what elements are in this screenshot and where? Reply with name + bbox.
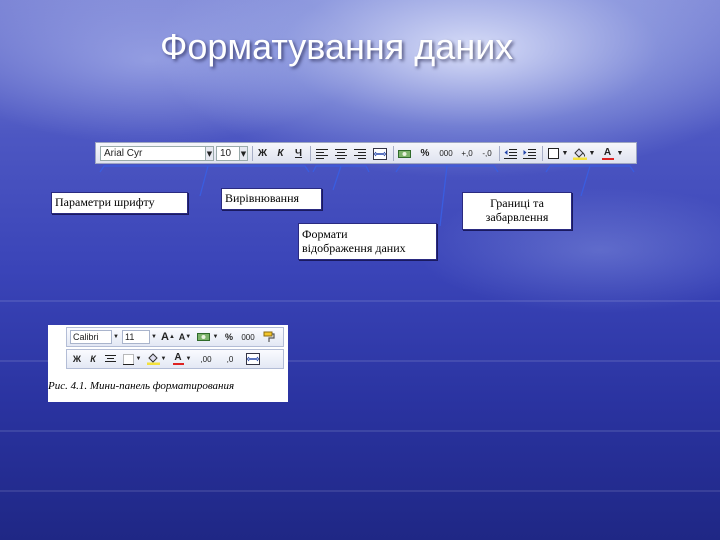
toolbar-separator	[393, 146, 394, 161]
font-color-swatch	[601, 158, 614, 160]
fill-color-icon[interactable]	[572, 146, 587, 161]
mini-align-center-icon[interactable]	[103, 352, 117, 366]
formats-group-brace	[395, 165, 499, 173]
mini-fill-color-icon[interactable]	[146, 352, 160, 366]
thousands-button[interactable]: 000	[437, 146, 455, 161]
caption-borders-fill: Границі та забарвлення	[462, 192, 572, 230]
currency-icon[interactable]	[397, 146, 413, 161]
formats-group-line	[439, 165, 448, 227]
callout-lines	[99, 165, 635, 227]
grow-font-letter: A	[161, 331, 169, 343]
toolbar-separator	[310, 146, 311, 161]
toolbar-separator	[252, 146, 253, 161]
formatting-toolbar: Arial Cyr ▼ 10 ▼ Ж К Ч % 000 +,0 -,0 ▼ ▼…	[95, 142, 637, 164]
toolbar-separator	[499, 146, 500, 161]
mini-font-color-swatch	[172, 363, 184, 365]
mini-currency-dropdown-icon[interactable]: ▼	[212, 330, 219, 344]
mini-toolbar-figure: Calibri ▼ 11 ▼ A ▲ A ▼ ▼ % 000 Ж К ▼ ▼ A…	[48, 325, 288, 402]
caption-borders-line2: забарвлення	[485, 210, 549, 224]
align-center-icon[interactable]	[334, 146, 348, 161]
increase-decimal-button[interactable]: +,0	[458, 146, 476, 161]
mini-borders-dropdown-icon[interactable]: ▼	[135, 352, 142, 366]
format-painter-icon[interactable]	[261, 330, 277, 344]
fill-color-dropdown-icon[interactable]: ▼	[588, 146, 596, 161]
mini-font-size-dropdown-icon[interactable]: ▼	[150, 330, 158, 344]
slide: Форматування даних Arial Cyr ▼ 10 ▼ Ж К …	[0, 0, 720, 540]
mini-fill-color-dropdown-icon[interactable]: ▼	[160, 352, 167, 366]
borders-group-brace	[545, 165, 635, 173]
borders-icon[interactable]	[547, 146, 560, 161]
font-size-combo[interactable]: 10	[216, 146, 240, 161]
mini-borders-icon[interactable]	[122, 352, 135, 366]
mini-italic-button[interactable]: К	[86, 352, 100, 366]
mini-font-color-letter: A	[174, 352, 182, 363]
mini-toolbar-row2: Ж К ▼ ▼ A ▼ ,00 ,0	[66, 349, 284, 369]
caption-display-formats-line2: відображення даних	[302, 241, 406, 255]
mini-percent-button[interactable]: %	[222, 330, 236, 344]
shrink-font-caret-icon: ▼	[185, 334, 192, 340]
font-name-combo[interactable]: Arial Cyr	[100, 146, 206, 161]
alignment-group-line	[332, 165, 342, 191]
font-size-dropdown-icon[interactable]: ▼	[239, 146, 248, 161]
merge-center-icon[interactable]	[372, 146, 388, 161]
shrink-font-button[interactable]: A ▼	[178, 330, 192, 344]
align-right-icon[interactable]	[353, 146, 367, 161]
italic-button[interactable]: К	[273, 146, 288, 161]
mini-toolbar-row1: Calibri ▼ 11 ▼ A ▲ A ▼ ▼ % 000	[66, 327, 284, 347]
mini-font-name-dropdown-icon[interactable]: ▼	[112, 330, 120, 344]
increase-indent-icon[interactable]	[522, 146, 537, 161]
mini-merge-center-icon[interactable]	[245, 352, 261, 366]
caption-display-formats-line1: Формати	[302, 227, 348, 241]
borders-group-line	[580, 165, 591, 197]
percent-button[interactable]: %	[418, 146, 432, 161]
font-color-icon[interactable]: A	[600, 146, 615, 161]
bold-button[interactable]: Ж	[255, 146, 270, 161]
decrease-decimal-button[interactable]: -,0	[478, 146, 496, 161]
grow-font-button[interactable]: A ▲	[161, 330, 175, 344]
align-left-icon[interactable]	[315, 146, 329, 161]
mini-font-color-dropdown-icon[interactable]: ▼	[185, 352, 192, 366]
font-group-line	[199, 165, 209, 197]
mini-currency-icon[interactable]	[196, 330, 212, 344]
mini-decrease-decimal-button[interactable]: ,0	[219, 352, 241, 366]
mini-font-size-combo[interactable]: 11	[122, 330, 150, 344]
font-name-dropdown-icon[interactable]: ▼	[205, 146, 214, 161]
caption-borders-line1: Границі та	[490, 196, 544, 210]
mini-font-name-combo[interactable]: Calibri	[70, 330, 112, 344]
caption-alignment: Вирівнювання	[221, 188, 322, 210]
caption-font-params-text: Параметри шрифту	[55, 195, 155, 209]
water-ripple	[0, 300, 720, 302]
mini-bold-button[interactable]: Ж	[70, 352, 84, 366]
mini-panel-caption: Рис. 4.1. Мини-панель форматирования	[48, 380, 235, 392]
alignment-group-brace	[312, 165, 370, 173]
caption-display-formats: Формати відображення даних	[298, 223, 437, 260]
water-ripple	[0, 490, 720, 492]
caption-alignment-text: Вирівнювання	[225, 191, 300, 205]
font-color-letter: A	[603, 147, 612, 158]
font-color-dropdown-icon[interactable]: ▼	[616, 146, 624, 161]
borders-dropdown-icon[interactable]: ▼	[561, 146, 569, 161]
mini-font-color-icon[interactable]: A	[171, 352, 185, 366]
slide-title: Форматування даних	[160, 26, 514, 67]
mini-increase-decimal-button[interactable]: ,00	[195, 352, 217, 366]
underline-button[interactable]: Ч	[291, 146, 306, 161]
toolbar-separator	[542, 146, 543, 161]
mini-thousands-button[interactable]: 000	[239, 330, 257, 344]
font-group-brace	[99, 165, 310, 173]
decrease-indent-icon[interactable]	[503, 146, 518, 161]
grow-font-caret-icon: ▲	[169, 334, 175, 340]
water-ripple	[0, 430, 720, 432]
caption-font-params: Параметри шрифту	[51, 192, 188, 214]
